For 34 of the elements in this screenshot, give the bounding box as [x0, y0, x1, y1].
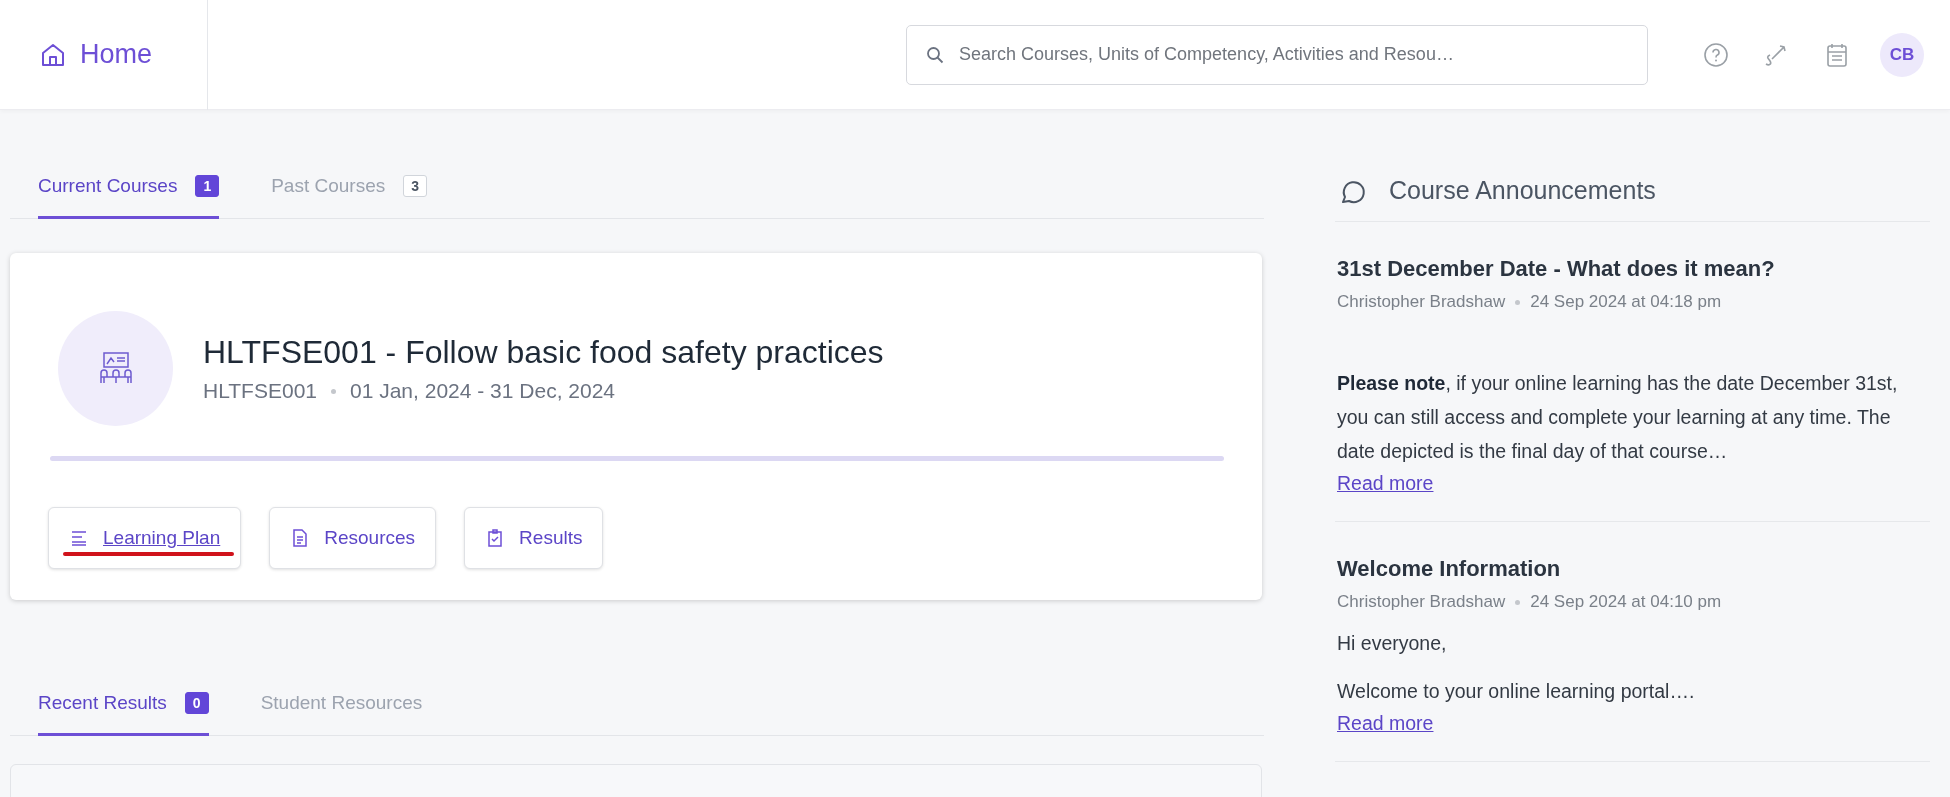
announcement-title: Welcome Information [1337, 556, 1562, 582]
count-badge: 1 [195, 175, 220, 197]
announcement-text: Welcome to your online learning portal…. [1337, 679, 1696, 704]
home-link[interactable]: Home [40, 39, 153, 70]
tab[interactable]: Past Courses 3 [271, 163, 428, 219]
course-button[interactable]: Resources [269, 507, 437, 569]
read-more-link[interactable]: Read more [1337, 472, 1434, 495]
course-code: HLTFSE001 [203, 379, 317, 403]
author-name: Christopher Bradshaw [1337, 592, 1506, 612]
calendar-icon[interactable] [1825, 41, 1849, 68]
course-title: HLTFSE001 - Follow basic food safety practices [203, 334, 884, 371]
author-name: Christopher Bradshaw [1337, 292, 1506, 312]
course-button[interactable]: Results [464, 507, 604, 569]
help-icon[interactable] [1703, 41, 1729, 68]
announcement-text: Hi everyone, [1337, 631, 1448, 656]
count-badge: 0 [184, 692, 209, 714]
user-avatar[interactable]: CB [1880, 32, 1924, 77]
home-icon [40, 41, 66, 68]
course-button[interactable]: Learning Plan [48, 507, 242, 569]
separator-dot [1515, 299, 1521, 305]
separator-dot [331, 388, 336, 394]
search-field[interactable]: Search Courses, Units of Competency, Activities and Resou… [906, 24, 1648, 85]
announcement-text: Please note, if your online learning has the date December 31st, you can still access and complete your learning at any time. The date depicted is the final day of that course… [1337, 371, 1899, 464]
separator-dot [1515, 599, 1521, 605]
count-badge: 3 [403, 175, 428, 197]
course-dates: 01 Jan, 2024 - 31 Dec, 2024 [350, 379, 616, 403]
post-time: 24 Sep 2024 at 04:18 pm [1530, 292, 1722, 312]
list-icon [69, 528, 89, 548]
announcement-title: 31st December Date - What does it mean? [1337, 256, 1776, 282]
tab[interactable]: Recent Results 0 [38, 680, 209, 736]
post-time: 24 Sep 2024 at 04:10 pm [1530, 592, 1722, 612]
tab[interactable]: Current Courses 1 [38, 163, 220, 219]
read-more-link[interactable]: Read more [1337, 712, 1434, 735]
section-title: Course Announcements [1389, 176, 1656, 205]
